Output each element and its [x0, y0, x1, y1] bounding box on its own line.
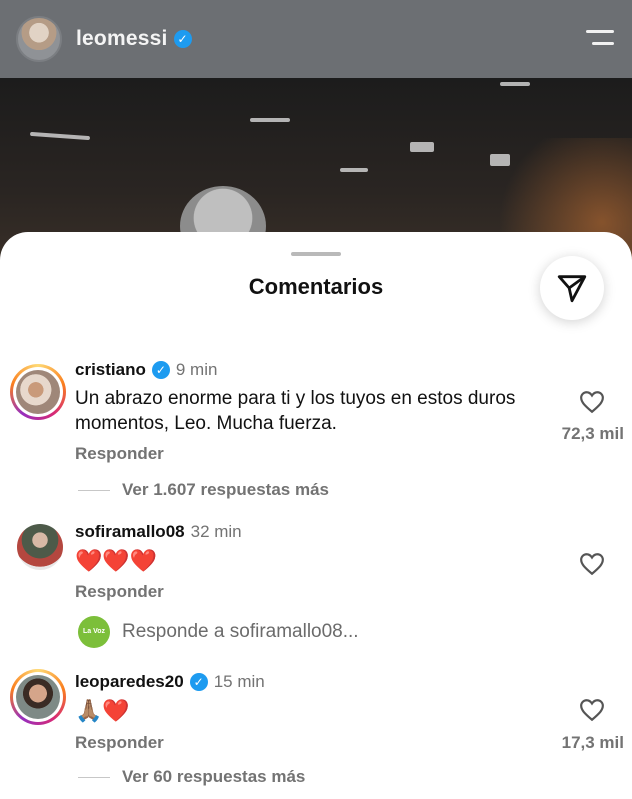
verified-badge-icon: ✓ [173, 30, 192, 48]
comment-username[interactable]: leoparedes20 [75, 672, 184, 692]
comment-text: Un abrazo enorme para ti y los tuyos en … [75, 388, 516, 434]
like-count: 17,3 mil [561, 733, 624, 752]
avatar[interactable] [10, 669, 66, 725]
comment-time: 32 min [190, 522, 242, 541]
sheet-title: Comentarios [248, 274, 384, 299]
heart-icon[interactable] [579, 698, 605, 722]
view-replies-button[interactable]: Ver 1.607 respuestas más [78, 480, 329, 500]
share-button[interactable] [540, 256, 604, 320]
comment-text: ❤️❤️❤️ [75, 548, 158, 573]
avatar[interactable] [10, 364, 66, 420]
verified-badge-icon: ✓ [151, 361, 170, 379]
profile-avatar[interactable] [16, 16, 62, 62]
view-replies-label: Ver 1.607 respuestas más [122, 480, 329, 499]
reply-button[interactable]: Responder [75, 733, 164, 753]
comment-item: leoparedes20 ✓ 15 min 🙏🏽❤️ Responder 17,… [0, 669, 632, 799]
verified-badge-icon: ✓ [189, 673, 208, 691]
heart-icon[interactable] [579, 390, 605, 414]
comment-item: sofiramallo08 32 min ❤️❤️❤️ Responder La… [0, 522, 632, 652]
view-replies-button[interactable]: Ver 60 respuestas más [78, 767, 305, 787]
reply-avatar: La Voz [78, 616, 110, 648]
comment-username[interactable]: sofiramallo08 [75, 522, 185, 542]
reply-button[interactable]: Responder [75, 582, 164, 602]
reply-input[interactable]: La Voz Responde a sofiramallo08... [78, 616, 359, 648]
comments-sheet: Comentarios cristiano ✓ 9 min Un abrazo … [0, 232, 632, 799]
avatar[interactable] [17, 524, 63, 570]
profile-username[interactable]: leomessi [76, 27, 168, 51]
heart-icon[interactable] [579, 552, 605, 576]
profile-header: leomessi ✓ [0, 0, 632, 78]
menu-icon[interactable] [584, 30, 614, 48]
reply-placeholder: Responde a sofiramallo08... [122, 621, 359, 642]
like-count: 72,3 mil [561, 424, 624, 443]
comment-item: cristiano ✓ 9 min Un abrazo enorme para … [0, 360, 632, 510]
reply-button[interactable]: Responder [75, 444, 164, 464]
comment-time: 9 min [175, 360, 218, 379]
send-icon [557, 275, 587, 303]
comment-text: 🙏🏽❤️ [75, 698, 130, 723]
view-replies-label: Ver 60 respuestas más [122, 767, 306, 786]
comment-username[interactable]: cristiano [75, 360, 146, 380]
sheet-grabber[interactable] [291, 252, 341, 256]
comment-time: 15 min [213, 672, 265, 691]
